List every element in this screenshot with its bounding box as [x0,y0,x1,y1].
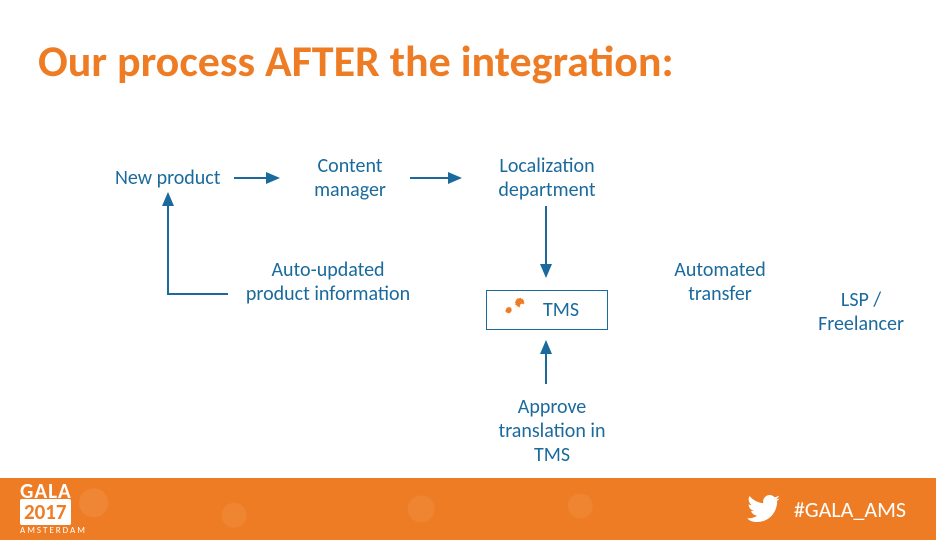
node-content-manager: Content manager [300,154,400,202]
arrow-contentmanager-to-localization [410,170,470,186]
node-tms: TMS [486,290,608,330]
twitter-icon [746,495,780,523]
label-l2: product information [246,282,410,306]
label-l2: transfer [688,282,752,306]
node-lsp: LSP / Freelancer [806,288,916,336]
node-automated-transfer: Automated transfer [660,258,780,306]
label-l2: manager [314,178,386,202]
footer-hashtag: #GALA_AMS [794,496,906,523]
arrow-newproduct-to-contentmanager [234,170,288,186]
node-approve: Approve translation in TMS [482,395,622,467]
node-localization: Localization department [482,154,612,202]
label-l2: translation in [499,419,606,443]
arrow-approve-to-tms [538,334,554,390]
footer-bar: GALA 2017 AMSTERDAM #GALA_AMS [0,478,936,540]
slide-title: Our process AFTER the integration: [38,34,674,88]
label-l1: Approve [518,395,587,419]
label-l3: TMS [534,443,570,467]
label-l1: Automated [674,258,765,282]
node-auto-updated: Auto-updated product information [228,258,428,306]
arrow-localization-to-tms [538,206,554,286]
label-l1: LSP / [841,288,881,312]
label-l2: department [498,178,595,202]
label-l1: Auto-updated [271,258,384,282]
label: TMS [543,298,579,322]
footer-right: #GALA_AMS [746,495,906,523]
label-l2: Freelancer [818,312,904,336]
gear-icon [505,297,533,323]
logo-city: AMSTERDAM [20,525,87,536]
logo-year: 2017 [20,499,71,525]
gala-logo: GALA 2017 AMSTERDAM [20,482,87,536]
arrow-autoupdated-to-newproduct [160,184,240,314]
label-l1: Content [318,154,383,178]
label-l1: Localization [499,154,594,178]
